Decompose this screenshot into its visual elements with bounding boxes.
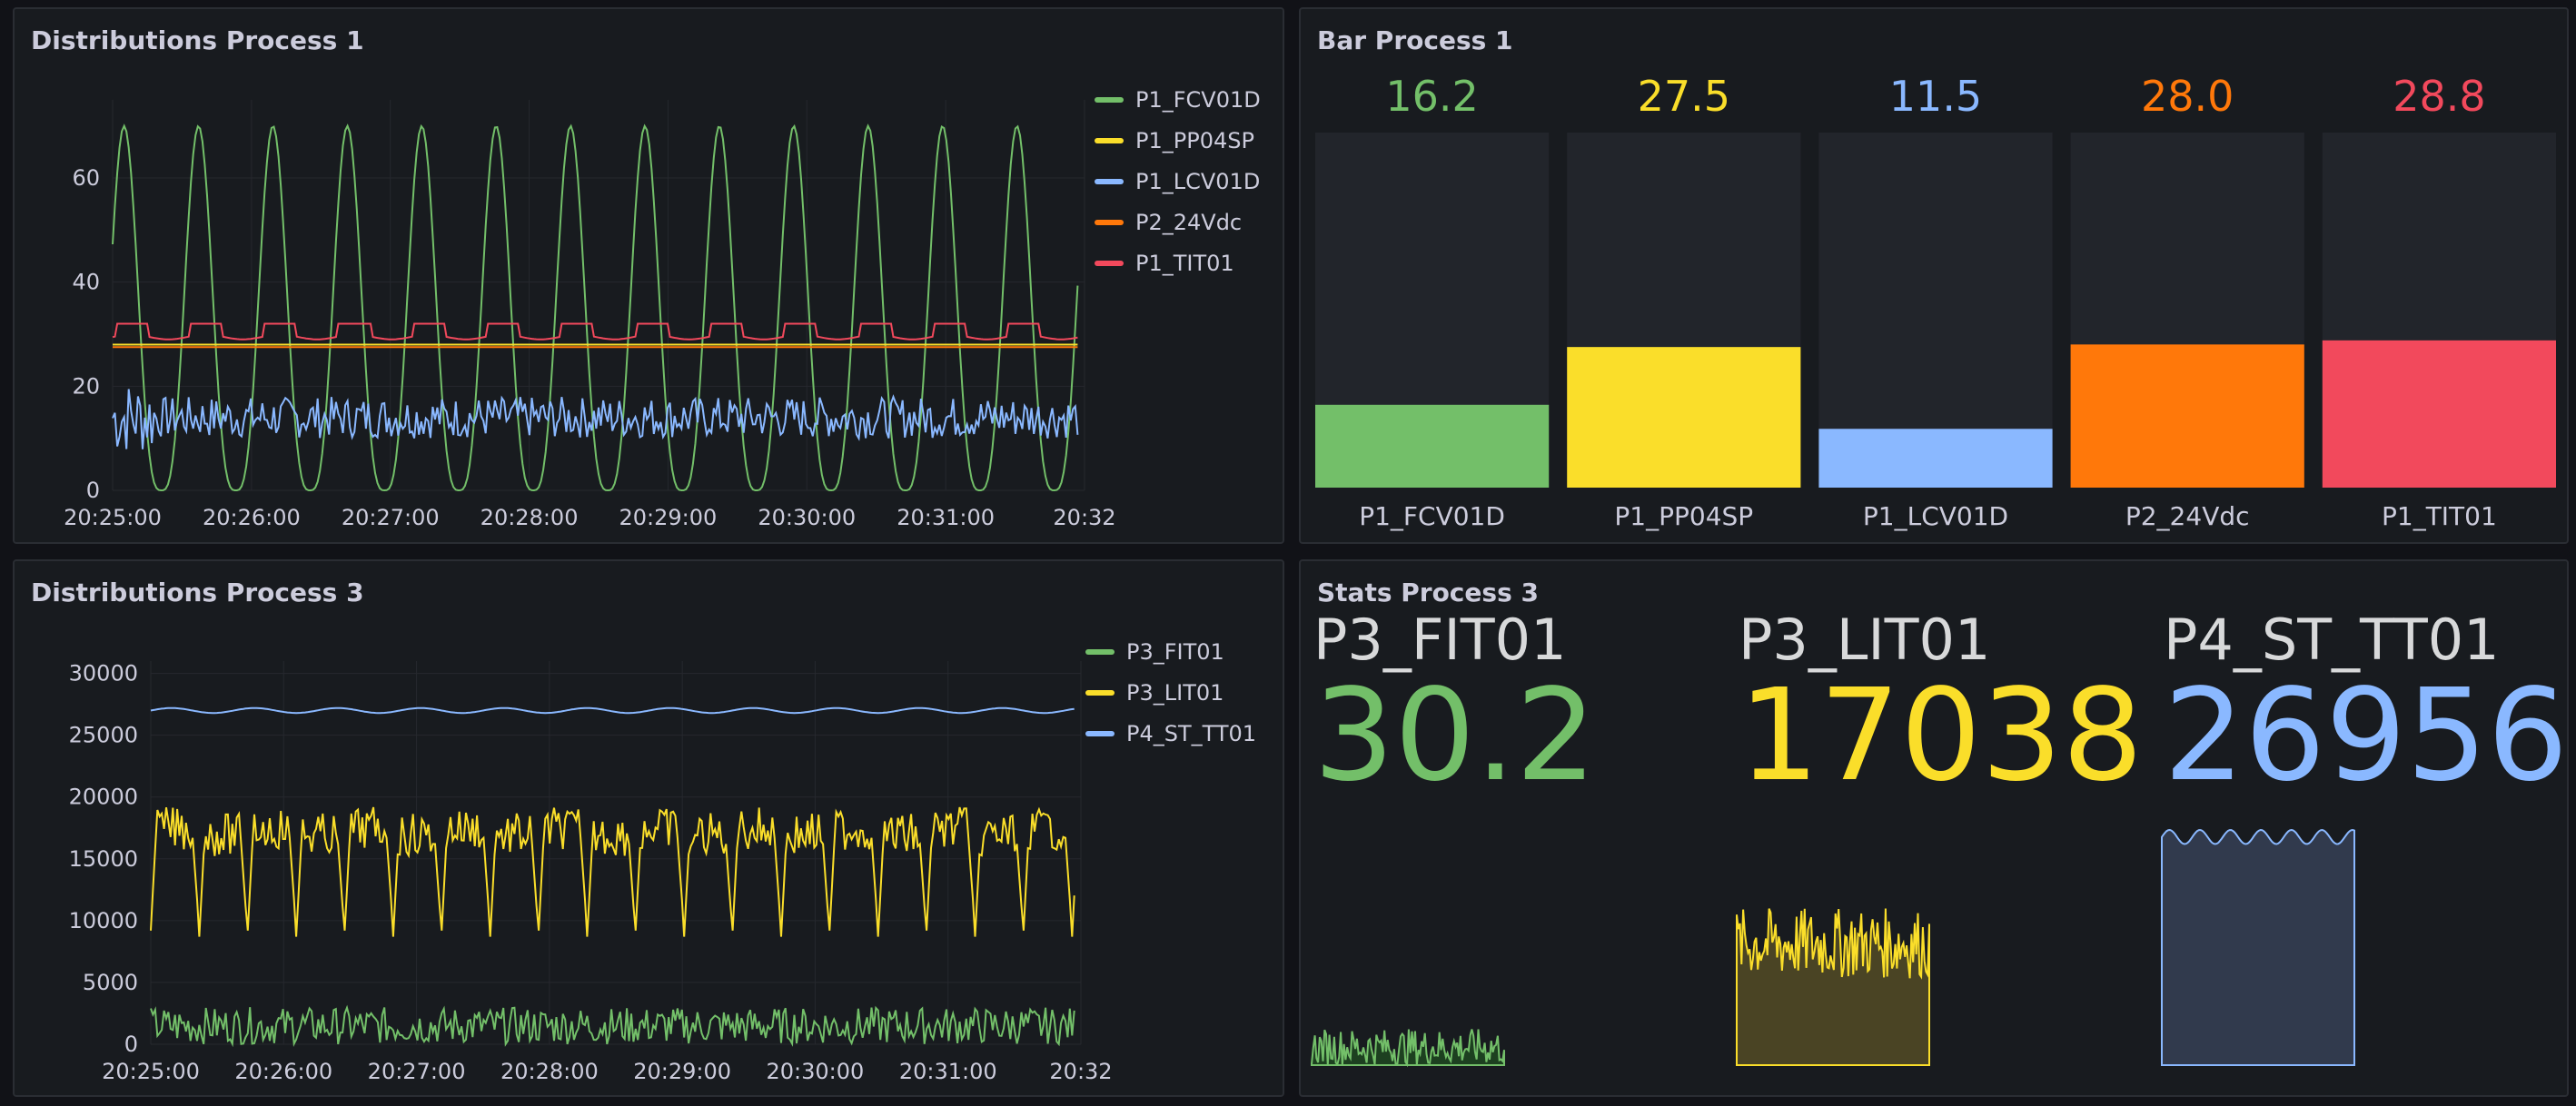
stat-value-p3_fit01: 30.2	[1313, 662, 1597, 810]
bar-p1_fcv01d	[1315, 404, 1550, 488]
x-tick-label: 20:30:00	[758, 505, 856, 530]
y-tick-label: 20	[72, 373, 100, 399]
stat-value-p4_st_tt01: 26956	[2164, 662, 2568, 810]
y-tick-label: 10000	[69, 908, 138, 933]
y-tick-label: 20000	[69, 785, 138, 810]
panel-distributions-process-1[interactable]: Distributions Process 1 0 20 40 60 20:25:00 2…	[13, 7, 1284, 544]
legend-label: P1_FCV01D	[1135, 87, 1261, 113]
y-tick-label: 25000	[69, 723, 138, 748]
x-tick-label: 20:29:00	[619, 505, 718, 530]
bar-value-label: 28.8	[2393, 72, 2485, 121]
y-tick-label: 40	[72, 270, 100, 295]
panel-stats-process-3[interactable]: Stats Process 3 P3_FIT01 30.2 P3_LIT01 1703…	[1299, 559, 2569, 1097]
x-tick-label: 20:26:00	[203, 505, 301, 530]
bar-p2_24vdc	[2070, 344, 2304, 488]
x-tick-label: 20:29:00	[633, 1059, 731, 1084]
x-tick-label: 20:31:00	[899, 1059, 997, 1084]
bar-value-label: 11.5	[1889, 72, 1982, 121]
stats-process-3: P3_FIT0130.2P3_LIT0117038P4_ST_TT0126956	[1311, 607, 2568, 1068]
panel-bar-process-1[interactable]: Bar Process 1 16.2 P1_FCV01D 27.5 P1_PP04SP…	[1299, 7, 2569, 544]
x-tick-label: 20:27:00	[368, 1059, 466, 1084]
panel-distributions-process-3[interactable]: Distributions Process 3 0 5000 10000 15000 2…	[13, 559, 1284, 1097]
legend-label: P2_24Vdc	[1135, 210, 1242, 235]
x-tick-label: 20:28:00	[500, 1059, 599, 1084]
stat-value-p3_lit01: 17038	[1739, 662, 2143, 810]
chart-bar-process-1: 16.2 P1_FCV01D 27.5 P1_PP04SP 11.5 P1_LCV01D 2…	[1315, 72, 2556, 531]
bar-category-label: P2_24Vdc	[2125, 501, 2250, 531]
series-line-p4_st_tt01	[150, 706, 1075, 715]
x-tick-label: 20:27:00	[342, 505, 440, 530]
y-tick-label: 0	[86, 478, 100, 503]
legend-label: P4_ST_TT01	[1126, 721, 1256, 746]
x-tick-label: 20:26:00	[234, 1059, 332, 1084]
x-tick-label: 20:28:00	[481, 505, 579, 530]
y-tick-label: 15000	[69, 846, 138, 872]
sparkline-p3_lit01	[1736, 908, 1930, 1066]
x-tick-label: 20:25:00	[102, 1059, 200, 1084]
sparkline-p4_st_tt01	[2161, 828, 2355, 1066]
bar-p1_tit01	[2322, 340, 2556, 488]
x-tick-label: 20:30:00	[767, 1059, 865, 1084]
legend-label: P1_PP04SP	[1135, 128, 1254, 153]
bar-category-label: P1_PP04SP	[1614, 501, 1753, 531]
legend-label: P3_FIT01	[1126, 639, 1224, 665]
x-tick-label: 20:25:00	[64, 505, 162, 530]
bar-category-label: P1_LCV01D	[1863, 501, 2008, 531]
legend-label: P3_LIT01	[1126, 680, 1224, 706]
bar-p1_lcv01d	[1818, 429, 2053, 488]
y-tick-label: 60	[72, 165, 100, 191]
legend-label: P1_TIT01	[1135, 251, 1234, 276]
sparkline-p3_fit01	[1311, 1029, 1505, 1068]
bar-value-label: 28.0	[2141, 72, 2234, 121]
x-tick-label: 20:32	[1049, 1059, 1112, 1084]
x-tick-label: 20:31:00	[897, 505, 995, 530]
bar-p1_pp04sp	[1567, 347, 1801, 488]
y-tick-label: 30000	[69, 661, 138, 686]
bar-category-label: P1_FCV01D	[1359, 501, 1505, 531]
series-line-p3_lit01	[150, 806, 1075, 937]
x-tick-label: 20:32	[1053, 505, 1115, 530]
bar-value-label: 16.2	[1385, 72, 1478, 121]
series-line-p3_fit01	[150, 1004, 1075, 1048]
chart-distributions-process-1: 0 20 40 60 20:25:00 20:26:00 20:27:00 20:28:00 2…	[64, 87, 1261, 530]
bar-category-label: P1_TIT01	[2382, 501, 2497, 531]
y-tick-label: 0	[124, 1032, 138, 1057]
chart-distributions-process-3: 0 5000 10000 15000 20000 25000 30000 20:25:00 20…	[69, 639, 1256, 1084]
y-tick-label: 5000	[83, 970, 138, 995]
bar-value-label: 27.5	[1638, 72, 1730, 121]
legend-label: P1_LCV01D	[1135, 169, 1260, 194]
